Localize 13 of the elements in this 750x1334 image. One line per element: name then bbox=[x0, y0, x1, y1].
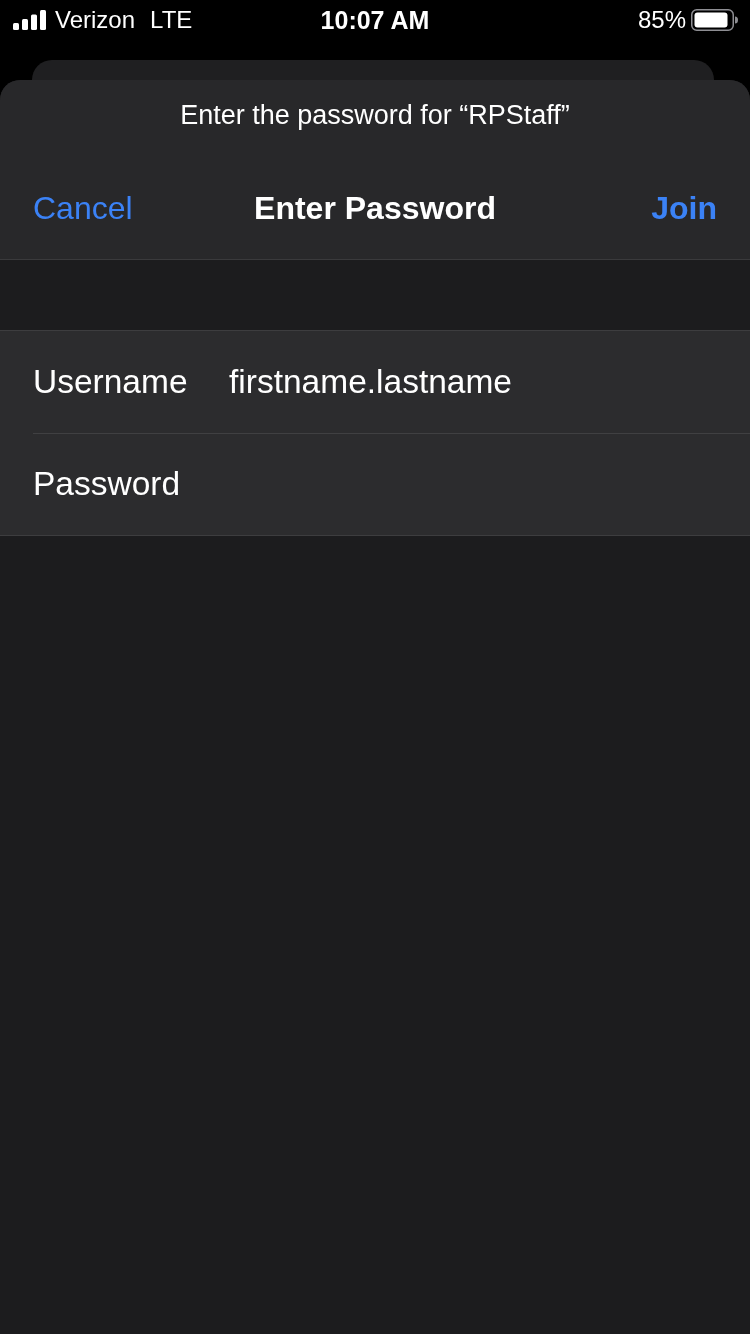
field-label: Password bbox=[33, 465, 182, 503]
input-field[interactable]: firstname.lastname bbox=[229, 360, 718, 404]
prompt-text: Enter the password for “RPStaff” bbox=[180, 99, 570, 130]
battery-icon bbox=[691, 9, 738, 31]
signal-icon bbox=[13, 10, 46, 30]
carrier-name: Verizon bbox=[55, 6, 136, 34]
clock-time: 10:07 AM bbox=[320, 5, 430, 34]
field-label: Username bbox=[33, 363, 189, 401]
battery-percent: 85% bbox=[637, 6, 686, 34]
join-button[interactable]: Join bbox=[651, 188, 717, 228]
sheet-title: Enter Password bbox=[254, 189, 496, 228]
network-type: LTE bbox=[150, 6, 193, 34]
cancel-button[interactable]: Cancel bbox=[33, 188, 133, 228]
